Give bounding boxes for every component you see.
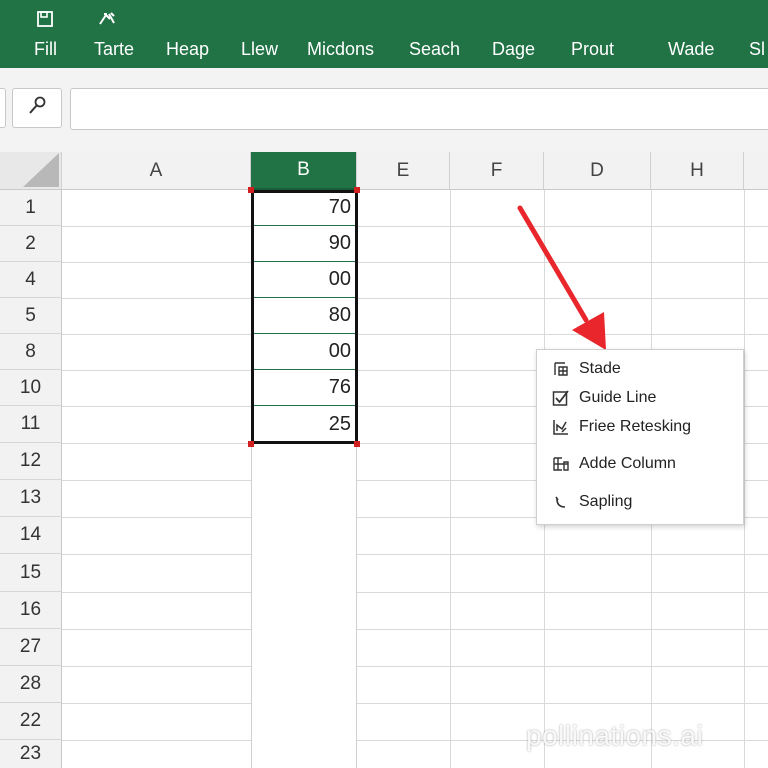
- tab-dage[interactable]: Dage: [492, 38, 535, 60]
- pen-icon: [26, 95, 48, 122]
- tab-llew[interactable]: Llew: [241, 38, 278, 60]
- curve-icon: [551, 492, 571, 512]
- row-header[interactable]: 8: [0, 334, 62, 370]
- column-header-b[interactable]: B: [251, 152, 357, 190]
- tab-sl[interactable]: Sl: [749, 38, 765, 60]
- gridline: [744, 190, 745, 768]
- menu-item-label: Friee Retesking: [579, 418, 692, 435]
- row-header[interactable]: 15: [0, 554, 62, 592]
- gridline: [450, 190, 451, 768]
- row-header[interactable]: 16: [0, 592, 62, 629]
- gridline: [62, 554, 768, 555]
- row-header[interactable]: 10: [0, 370, 62, 406]
- row-header[interactable]: 27: [0, 629, 62, 666]
- chart-icon: [551, 417, 571, 437]
- menu-item-label: Sapling: [579, 493, 633, 510]
- row-header[interactable]: 23: [0, 740, 62, 768]
- tab-heap[interactable]: Heap: [166, 38, 209, 60]
- column-header-f[interactable]: F: [450, 152, 544, 190]
- gridline: [62, 334, 768, 335]
- selection-handle[interactable]: [354, 441, 360, 447]
- row-header[interactable]: 1: [0, 190, 62, 226]
- red-arrow-icon: [517, 205, 606, 350]
- column-header-more[interactable]: [744, 152, 768, 190]
- selection-handle[interactable]: [248, 187, 254, 193]
- gridline: [62, 592, 768, 593]
- menu-item-friee-retesking[interactable]: Friee Retesking: [537, 413, 743, 441]
- gridline: [62, 298, 768, 299]
- column-header-e[interactable]: E: [357, 152, 450, 190]
- formula-input[interactable]: [70, 88, 768, 130]
- watermark: pollinations.ai: [526, 720, 704, 751]
- selection-range: [251, 190, 358, 444]
- menu-item-guide-line[interactable]: Guide Line: [537, 384, 743, 412]
- gridline: [62, 226, 768, 227]
- gridline: [62, 629, 768, 630]
- save-icon[interactable]: [36, 10, 54, 28]
- column-header-h[interactable]: H: [651, 152, 744, 190]
- menu-item-stade[interactable]: Stade: [537, 355, 743, 383]
- checkbox-icon: [551, 388, 571, 408]
- tab-micdons[interactable]: Micdons: [307, 38, 374, 60]
- gridline: [62, 703, 768, 704]
- row-header[interactable]: 5: [0, 298, 62, 334]
- gridline: [62, 262, 768, 263]
- menu-item-label: Stade: [579, 360, 621, 377]
- ribbon: Fill Tarte Heap Llew Micdons Seach Dage …: [0, 0, 768, 68]
- row-header[interactable]: 4: [0, 262, 62, 298]
- tab-prout[interactable]: Prout: [571, 38, 614, 60]
- row-header[interactable]: 22: [0, 703, 62, 740]
- menu-item-label: Guide Line: [579, 389, 657, 406]
- columns-icon: [551, 454, 571, 474]
- row-header[interactable]: 14: [0, 517, 62, 554]
- menu-item-adde-column[interactable]: Adde Column: [537, 450, 743, 478]
- row-header[interactable]: 11: [0, 406, 62, 443]
- tab-wade[interactable]: Wade: [668, 38, 714, 60]
- redo-icon[interactable]: [97, 10, 115, 28]
- selection-handle[interactable]: [354, 187, 360, 193]
- insert-function-button[interactable]: [12, 88, 62, 128]
- formula-bar: [0, 68, 768, 152]
- tab-tarte[interactable]: Tarte: [94, 38, 134, 60]
- gridline: [62, 666, 768, 667]
- context-menu: Stade Guide Line Friee Retesking Adde Co…: [536, 349, 744, 525]
- selection-handle[interactable]: [248, 441, 254, 447]
- column-header-d[interactable]: D: [544, 152, 651, 190]
- name-box[interactable]: [0, 88, 6, 128]
- tab-fill[interactable]: Fill: [34, 38, 57, 60]
- row-header[interactable]: 12: [0, 443, 62, 480]
- table-icon: [551, 359, 571, 379]
- row-header[interactable]: 28: [0, 666, 62, 703]
- row-header[interactable]: 13: [0, 480, 62, 517]
- menu-item-sapling[interactable]: Sapling: [537, 488, 743, 516]
- row-header[interactable]: 2: [0, 226, 62, 262]
- menu-item-label: Adde Column: [579, 455, 676, 472]
- tab-seach[interactable]: Seach: [409, 38, 460, 60]
- select-all-corner[interactable]: [0, 152, 62, 190]
- column-header-a[interactable]: A: [62, 152, 251, 190]
